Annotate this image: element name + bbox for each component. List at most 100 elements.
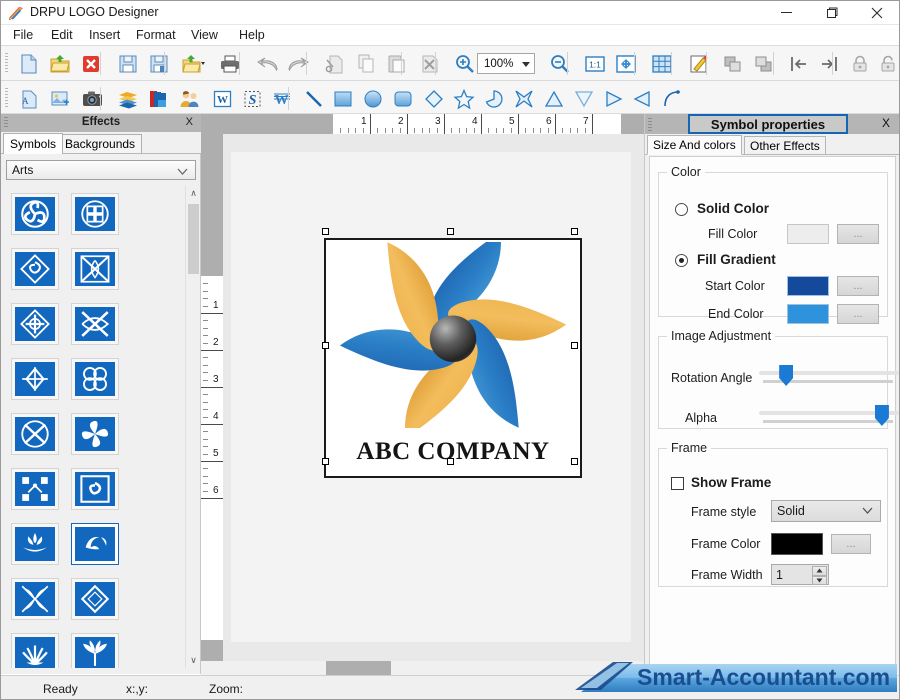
menu-edit[interactable]: Edit [47,28,77,44]
rectangle-tool-icon[interactable] [329,85,357,112]
triangle-left-icon[interactable] [629,85,657,112]
capture-photo-icon[interactable] [79,85,107,112]
frame-color-browse-button[interactable]: ... [831,534,871,554]
align-left-icon[interactable] [786,50,814,77]
symbol-cell[interactable] [67,573,123,624]
edit-pencil-icon[interactable] [685,50,713,77]
panel-drag-handle[interactable] [648,118,652,131]
delete-icon[interactable] [416,50,444,77]
ellipse-tool-icon[interactable] [359,85,387,112]
toolbar-grip[interactable] [5,88,8,108]
layers-icon[interactable] [114,85,142,112]
triangle-down-icon[interactable] [570,85,598,112]
zoom-out-icon[interactable] [546,50,574,77]
resize-handle-s[interactable] [447,458,454,465]
symbol-cell[interactable] [67,518,123,569]
minimize-button[interactable] [764,1,809,24]
symbol-cell[interactable] [67,298,123,349]
fill-color-swatch[interactable] [787,224,829,244]
menu-file[interactable]: File [9,28,37,44]
symbol-cell[interactable] [67,408,123,459]
start-color-browse-button[interactable]: ... [837,276,879,296]
fit-page-icon[interactable] [612,50,640,77]
close-button[interactable] [854,1,899,24]
save-icon[interactable] [114,50,142,77]
frame-style-select[interactable]: Solid [771,500,881,522]
start-color-swatch[interactable] [787,276,829,296]
resize-handle-nw[interactable] [322,228,329,235]
stepper-up-icon[interactable] [812,566,827,576]
show-frame-checkbox[interactable] [671,477,684,490]
frame-color-swatch[interactable] [771,533,823,555]
symbol-properties-close-icon[interactable]: X [882,116,890,130]
actual-size-icon[interactable]: 1:1 [581,50,609,77]
scroll-up-icon[interactable]: ∧ [186,186,201,201]
resize-handle-e[interactable] [571,342,578,349]
menu-view[interactable]: View [187,28,222,44]
new-document-icon[interactable] [15,50,43,77]
stepper-buttons[interactable] [812,566,827,585]
curved-text-icon[interactable]: S [239,85,267,112]
resize-handle-ne[interactable] [571,228,578,235]
pie-tool-icon[interactable] [480,85,508,112]
symbol-cell[interactable] [67,188,123,239]
symbol-grid-scroll-area[interactable] [5,186,197,668]
symbol-cell[interactable] [7,243,63,294]
bring-front-icon[interactable] [719,50,747,77]
redo-icon[interactable] [284,50,312,77]
clipart-people-icon[interactable] [176,85,204,112]
end-color-swatch[interactable] [787,304,829,324]
unlock-icon[interactable] [874,50,899,77]
rotation-angle-slider[interactable] [759,365,899,386]
resize-handle-sw[interactable] [322,458,329,465]
lock-icon[interactable] [846,50,874,77]
wave-text-icon[interactable]: W [268,85,296,112]
diamond-tool-icon[interactable] [420,85,448,112]
star-5-tool-icon[interactable] [450,85,478,112]
logo-object[interactable]: ABC COMPANY [322,228,582,478]
color-palette-icon[interactable] [145,85,173,112]
symbol-cell[interactable] [7,573,63,624]
symbol-cell[interactable] [7,408,63,459]
open-folder-icon[interactable] [46,50,74,77]
end-color-browse-button[interactable]: ... [837,304,879,324]
symbol-category-select[interactable]: Arts [6,160,196,180]
word-art-icon[interactable]: W [209,85,237,112]
fill-color-browse-button[interactable]: ... [837,224,879,244]
import-icon[interactable] [179,50,207,77]
design-page[interactable]: ABC COMPANY [231,152,631,642]
rounded-rect-icon[interactable] [389,85,417,112]
resize-handle-w[interactable] [322,342,329,349]
fill-gradient-radio[interactable] [675,254,688,267]
symbol-cell[interactable] [7,298,63,349]
copy-icon[interactable] [352,50,380,77]
tab-backgrounds[interactable]: Backgrounds [58,134,143,153]
insert-image-icon[interactable] [46,85,74,112]
save-as-icon[interactable] [145,50,173,77]
zoom-combo[interactable]: 100% [477,53,535,74]
resize-handle-n[interactable] [447,228,454,235]
alpha-slider[interactable] [759,405,899,426]
menu-help[interactable]: Help [235,28,269,44]
symbol-cell[interactable] [7,463,63,514]
toolbar-grip[interactable] [5,53,8,73]
maximize-button[interactable] [809,1,854,24]
menu-format[interactable]: Format [132,28,180,44]
menu-insert[interactable]: Insert [85,28,124,44]
star-4-tool-icon[interactable] [510,85,538,112]
symbol-grid-scrollbar[interactable]: ∧ ∨ [185,186,200,668]
symbol-cell[interactable] [7,353,63,404]
tab-size-and-colors[interactable]: Size And colors [647,135,742,155]
insert-text-icon[interactable]: A [15,85,43,112]
symbol-cell[interactable] [7,518,63,569]
curve-tool-icon[interactable] [658,85,686,112]
solid-color-radio[interactable] [675,203,688,216]
effects-panel-close-icon[interactable]: X [186,116,193,128]
resize-handle-se[interactable] [571,458,578,465]
canvas-viewport[interactable]: ABC COMPANY [223,134,644,674]
scrollbar-thumb[interactable] [326,661,391,675]
cut-icon[interactable] [321,50,349,77]
tab-other-effects[interactable]: Other Effects [744,136,826,154]
undo-icon[interactable] [254,50,282,77]
symbol-cell[interactable] [7,628,63,668]
